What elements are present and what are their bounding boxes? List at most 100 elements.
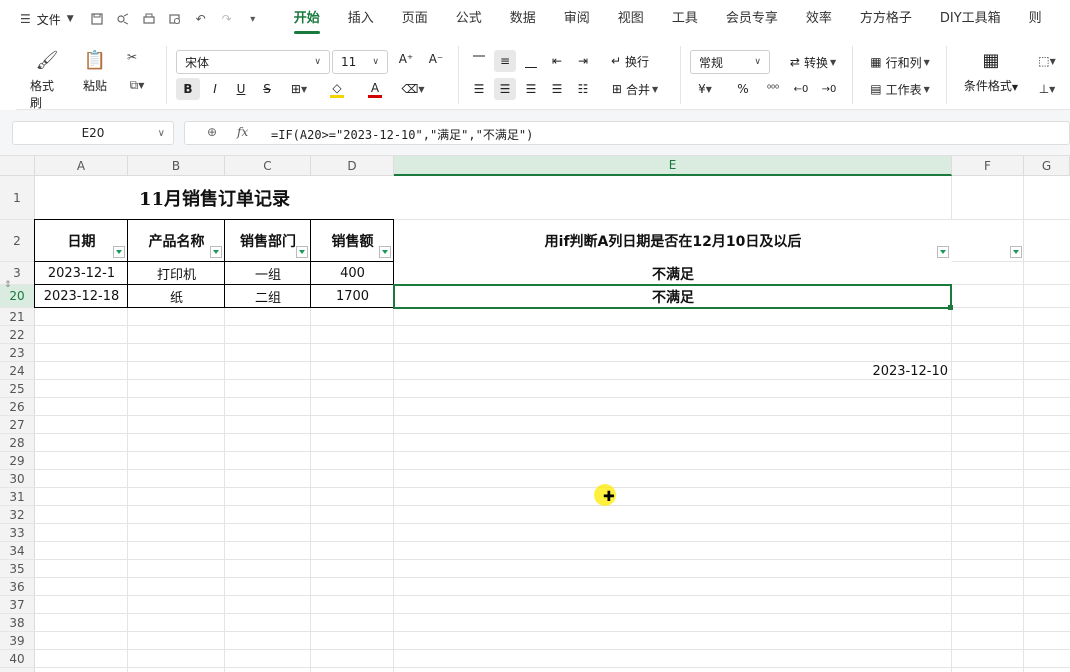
row-header-1[interactable]: 1 (0, 176, 35, 220)
row-header-23[interactable]: 23 (0, 344, 35, 362)
number-format-select[interactable]: 常规 ∨ (690, 50, 770, 74)
distribute-button[interactable]: ☷ (572, 78, 594, 100)
file-menu[interactable]: ☰ 文件 ▼ (0, 0, 74, 38)
formula-input[interactable]: ⊕ fx =IF(A20>="2023-12-10","满足","不满足") (184, 121, 1070, 145)
row-header-32[interactable]: 32 (0, 506, 35, 524)
save-icon[interactable] (84, 6, 110, 32)
row-header-39[interactable]: 39 (0, 632, 35, 650)
row-header-28[interactable]: 28 (0, 434, 35, 452)
filter-dropdown-icon[interactable] (379, 246, 391, 258)
cell-style-button[interactable]: ⬚ ▼ (1032, 50, 1062, 72)
filter-dropdown-icon[interactable] (210, 246, 222, 258)
tab-8[interactable]: 会员专享 (712, 0, 792, 38)
table-cell[interactable]: 纸 (128, 285, 225, 308)
redo-icon[interactable]: ↷ (214, 6, 240, 32)
fx-icon[interactable]: fx (237, 125, 248, 139)
table-cell[interactable]: 一组 (225, 262, 311, 285)
cut-button[interactable]: ✂ (120, 50, 144, 64)
tab-6[interactable]: 视图 (604, 0, 658, 38)
column-header-E[interactable]: E (394, 156, 952, 176)
row-header-36[interactable]: 36 (0, 578, 35, 596)
filter-dropdown-icon[interactable] (937, 246, 949, 258)
align-right-button[interactable]: ☰ (520, 78, 542, 100)
tab-2[interactable]: 页面 (388, 0, 442, 38)
fill-handle[interactable] (948, 305, 953, 310)
name-box[interactable]: E20 ∨ (12, 121, 174, 145)
share-icon[interactable] (110, 6, 136, 32)
row-header-29[interactable]: 29 (0, 452, 35, 470)
row-header-21[interactable]: 21 (0, 308, 35, 326)
select-all-corner[interactable] (0, 156, 35, 176)
increase-decimal-button[interactable]: ←0 (790, 78, 812, 100)
row-header-41[interactable]: 41 (0, 668, 35, 672)
tab-9[interactable]: 效率 (792, 0, 846, 38)
align-center-button[interactable]: ☰ (494, 78, 516, 100)
row-header-34[interactable]: 34 (0, 542, 35, 560)
worksheet-button[interactable]: ▤ 工作表 ▼ (862, 78, 938, 100)
table-cell[interactable]: 打印机 (128, 262, 225, 285)
column-header-B[interactable]: B (128, 156, 225, 176)
filter-dropdown-icon[interactable] (113, 246, 125, 258)
decrease-font-button[interactable]: A⁻ (426, 52, 446, 66)
highlight-button[interactable]: ◇ (320, 78, 354, 100)
tab-1[interactable]: 插入 (334, 0, 388, 38)
decrease-indent-button[interactable]: ⇤ (546, 50, 568, 72)
print-preview-icon[interactable] (162, 6, 188, 32)
table-cell[interactable]: 二组 (225, 285, 311, 308)
tab-5[interactable]: 审阅 (550, 0, 604, 38)
column-header-F[interactable]: F (952, 156, 1024, 176)
tab-11[interactable]: DIY工具箱 (926, 0, 1015, 38)
increase-font-button[interactable]: A⁺ (396, 52, 416, 66)
wrap-text-button[interactable]: ↵ 换行 (600, 50, 660, 72)
spreadsheet-grid[interactable]: A B C D E F G 1 2 3 20 21 22 23 24 25 26 27 28 29 30 31 32 33 34… (0, 156, 1070, 672)
table-cell[interactable]: 2023-12-18 (35, 285, 128, 308)
tab-7[interactable]: 工具 (658, 0, 712, 38)
underline-button[interactable]: U (230, 78, 252, 100)
font-size-select[interactable]: 11 ∨ (332, 50, 388, 74)
undo-icon[interactable]: ↶ (188, 6, 214, 32)
italic-button[interactable]: I (204, 78, 226, 100)
tab-10[interactable]: 方方格子 (846, 0, 926, 38)
row-header-30[interactable]: 30 (0, 470, 35, 488)
thousands-button[interactable]: ⁰⁰⁰ (762, 78, 784, 100)
row-header-33[interactable]: 33 (0, 524, 35, 542)
cell-e24[interactable]: 2023-12-10 (394, 362, 948, 380)
column-header-A[interactable]: A (35, 156, 128, 176)
bold-button[interactable]: B (176, 78, 200, 100)
row-header-37[interactable]: 37 (0, 596, 35, 614)
row-col-button[interactable]: ▦ 行和列 ▼ (862, 50, 938, 74)
align-top-button[interactable]: ⎺ (468, 50, 490, 72)
row-header-40[interactable]: 40 (0, 650, 35, 668)
table-cell[interactable]: 不满足 (394, 262, 952, 285)
increase-indent-button[interactable]: ⇥ (572, 50, 594, 72)
justify-button[interactable]: ☰ (546, 78, 568, 100)
row-header-27[interactable]: 27 (0, 416, 35, 434)
convert-button[interactable]: ⇄ 转换 ▼ (778, 50, 848, 74)
font-color-button[interactable]: A (358, 78, 392, 100)
align-bottom-button[interactable]: ⎽ (520, 50, 542, 72)
table-cell[interactable]: 2023-12-1 (35, 262, 128, 285)
tab-12[interactable]: 则 (1015, 0, 1056, 38)
tab-3[interactable]: 公式 (442, 0, 496, 38)
border-button[interactable]: ⊞ ▼ (282, 78, 316, 100)
filter-dropdown-icon[interactable] (296, 246, 308, 258)
copy-button[interactable]: ⧉ ▼ (120, 78, 154, 93)
format-painter-button[interactable]: 🖌 格式刷 (30, 50, 64, 111)
row-header-31[interactable]: 31 (0, 488, 35, 506)
filter-dropdown-icon[interactable] (1010, 246, 1022, 258)
merge-button[interactable]: ⊞ 合并 ▼ (600, 78, 670, 100)
print-icon[interactable] (136, 6, 162, 32)
percent-button[interactable]: % (732, 78, 754, 100)
tab-0[interactable]: 开始 (280, 0, 334, 38)
column-header-D[interactable]: D (311, 156, 394, 176)
row-header-38[interactable]: 38 (0, 614, 35, 632)
more-icon[interactable]: ▾ (240, 6, 266, 32)
strikethrough-button[interactable]: S (256, 78, 278, 100)
tab-4[interactable]: 数据 (496, 0, 550, 38)
paste-button[interactable]: 📋 粘贴 (78, 50, 112, 94)
column-header-G[interactable]: G (1024, 156, 1070, 176)
clear-format-button[interactable]: ⌫ ▼ (396, 78, 430, 100)
row-header-2[interactable]: 2 (0, 220, 35, 262)
row-group-icon[interactable]: ⇕ (4, 280, 12, 290)
decrease-decimal-button[interactable]: →0 (818, 78, 840, 100)
